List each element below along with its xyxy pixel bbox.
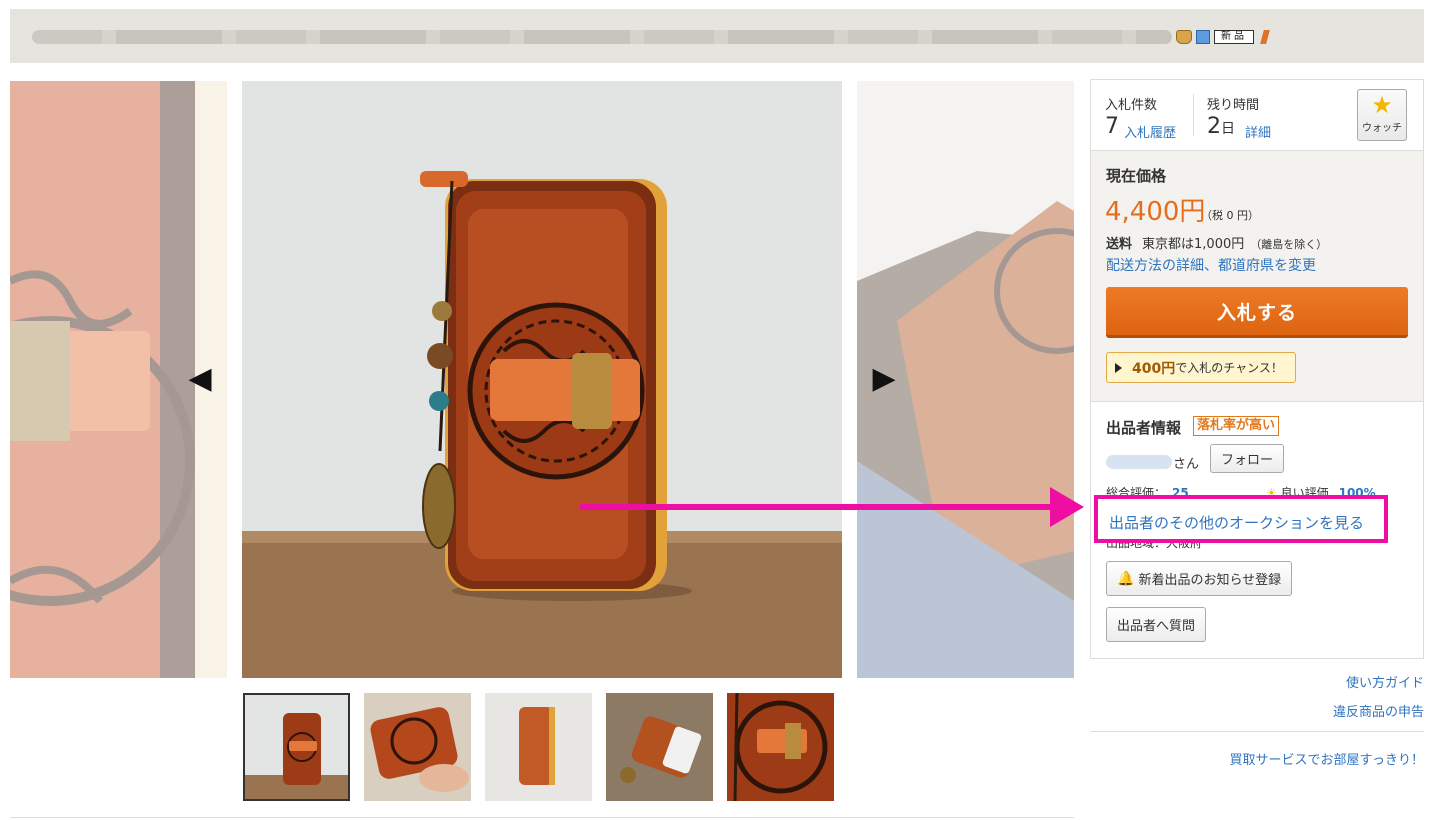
new-badge: 新品	[1214, 30, 1254, 44]
stat-separator	[1193, 94, 1194, 136]
time-left-value: 2日	[1207, 114, 1235, 139]
price-section: 現在価格 4,400円 （税 0 円） 送料 東京都は1,000円 （離島を除く） …	[1091, 150, 1423, 402]
wallet-main-image	[242, 81, 842, 678]
gallery-main-image[interactable]	[242, 81, 842, 678]
sparkle-icon	[1196, 30, 1210, 44]
follow-button[interactable]: フォロー	[1210, 444, 1284, 473]
gallery-next-arrow[interactable]: ▶	[870, 359, 898, 399]
shipping-info: 送料 東京都は1,000円 （離島を除く）	[1106, 233, 1327, 252]
seller-name-suffix: さん	[1173, 457, 1200, 472]
gallery-prev-arrow[interactable]: ◀	[186, 359, 214, 399]
thumbnail-2-image	[364, 693, 471, 801]
thumbnail-3-image	[485, 693, 592, 801]
thumbnail-1-image	[245, 695, 348, 799]
thumbnail-4-image	[606, 693, 713, 801]
item-title-blurred	[32, 30, 1172, 44]
bid-count-value: 7	[1105, 114, 1119, 139]
title-icons: 新品	[1176, 30, 1270, 44]
question-button[interactable]: 出品者へ質問	[1106, 607, 1207, 642]
bell-icon: 🔔	[1117, 570, 1135, 587]
seller-info-title: 出品者情報	[1106, 419, 1182, 437]
report-link[interactable]: 違反商品の申告	[1333, 701, 1424, 720]
bid-chance-banner[interactable]: 400円 で入札のチャンス！	[1106, 352, 1296, 383]
current-price-label: 現在価格	[1106, 167, 1167, 185]
buyback-link[interactable]: 買取サービスでお部屋すっきり！	[1230, 749, 1424, 768]
highlight-box: 出品者のその他のオークションを見る	[1094, 495, 1388, 543]
auction-side-panel: 入札件数 7 入札履歴 残り時間 2日 詳細 ★ ウォッチ 現在価格 4,400…	[1090, 79, 1424, 659]
bid-button[interactable]: 入札する	[1106, 287, 1408, 335]
annotation-arrow-head	[1050, 487, 1084, 527]
seller-section: 出品者情報 落札率が高い さん フォロー 総合評価： 25 ☀ 良い評価 100% …	[1091, 402, 1423, 658]
thumbnail-2[interactable]	[364, 693, 471, 801]
star-icon: ★	[1371, 91, 1393, 119]
bid-history-link[interactable]: 入札履歴	[1124, 122, 1176, 141]
thumbnail-4[interactable]	[606, 693, 713, 801]
chance-text: で入札のチャンス！	[1175, 361, 1283, 375]
current-price-value: 4,400円	[1105, 197, 1206, 227]
time-left-label: 残り時間	[1207, 98, 1260, 113]
time-left-number: 2	[1207, 114, 1221, 139]
time-left-unit: 日	[1221, 121, 1235, 137]
shipping-detail-link[interactable]: 配送方法の詳細、都道府県を変更	[1106, 255, 1316, 275]
annotation-arrow-line	[580, 504, 1060, 510]
watch-button[interactable]: ★ ウォッチ	[1357, 89, 1407, 141]
shipping-note: （離島を除く）	[1250, 238, 1328, 251]
thumbnail-strip	[243, 693, 834, 801]
flame-icon	[1260, 30, 1270, 44]
gallery-divider	[10, 817, 1074, 818]
seller-name-blurred[interactable]	[1106, 455, 1172, 469]
price-tax: （税 0 円）	[1201, 209, 1259, 222]
time-detail-link[interactable]: 詳細	[1245, 122, 1271, 141]
notify-button-label: 新着出品のお知らせ登録	[1138, 573, 1282, 588]
image-gallery: ◀ ▶	[10, 81, 1074, 678]
item-title-bar: 新品	[10, 9, 1424, 63]
trophy-icon	[1176, 30, 1192, 44]
question-button-label: 出品者へ質問	[1117, 619, 1196, 634]
side-divider	[1090, 731, 1424, 732]
thumbnail-3[interactable]	[485, 693, 592, 801]
other-auctions-link[interactable]: 出品者のその他のオークションを見る	[1109, 512, 1364, 533]
notify-button[interactable]: 🔔 新着出品のお知らせ登録	[1106, 561, 1293, 596]
thumbnail-1[interactable]	[243, 693, 350, 801]
bid-stats: 入札件数 7 入札履歴 残り時間 2日 詳細 ★ ウォッチ	[1091, 80, 1423, 150]
shipping-fee: 東京都は1,000円	[1142, 237, 1245, 252]
thumbnail-5-image	[727, 693, 834, 801]
usage-guide-link[interactable]: 使い方ガイド	[1346, 672, 1424, 691]
thumbnail-5[interactable]	[727, 693, 834, 801]
watch-label: ウォッチ	[1362, 123, 1402, 134]
bid-count-label: 入札件数	[1105, 98, 1158, 113]
shipping-label: 送料	[1106, 237, 1133, 252]
seller-badge: 落札率が高い	[1193, 416, 1280, 436]
play-triangle-icon	[1115, 362, 1122, 373]
chance-amount: 400円	[1132, 360, 1176, 377]
